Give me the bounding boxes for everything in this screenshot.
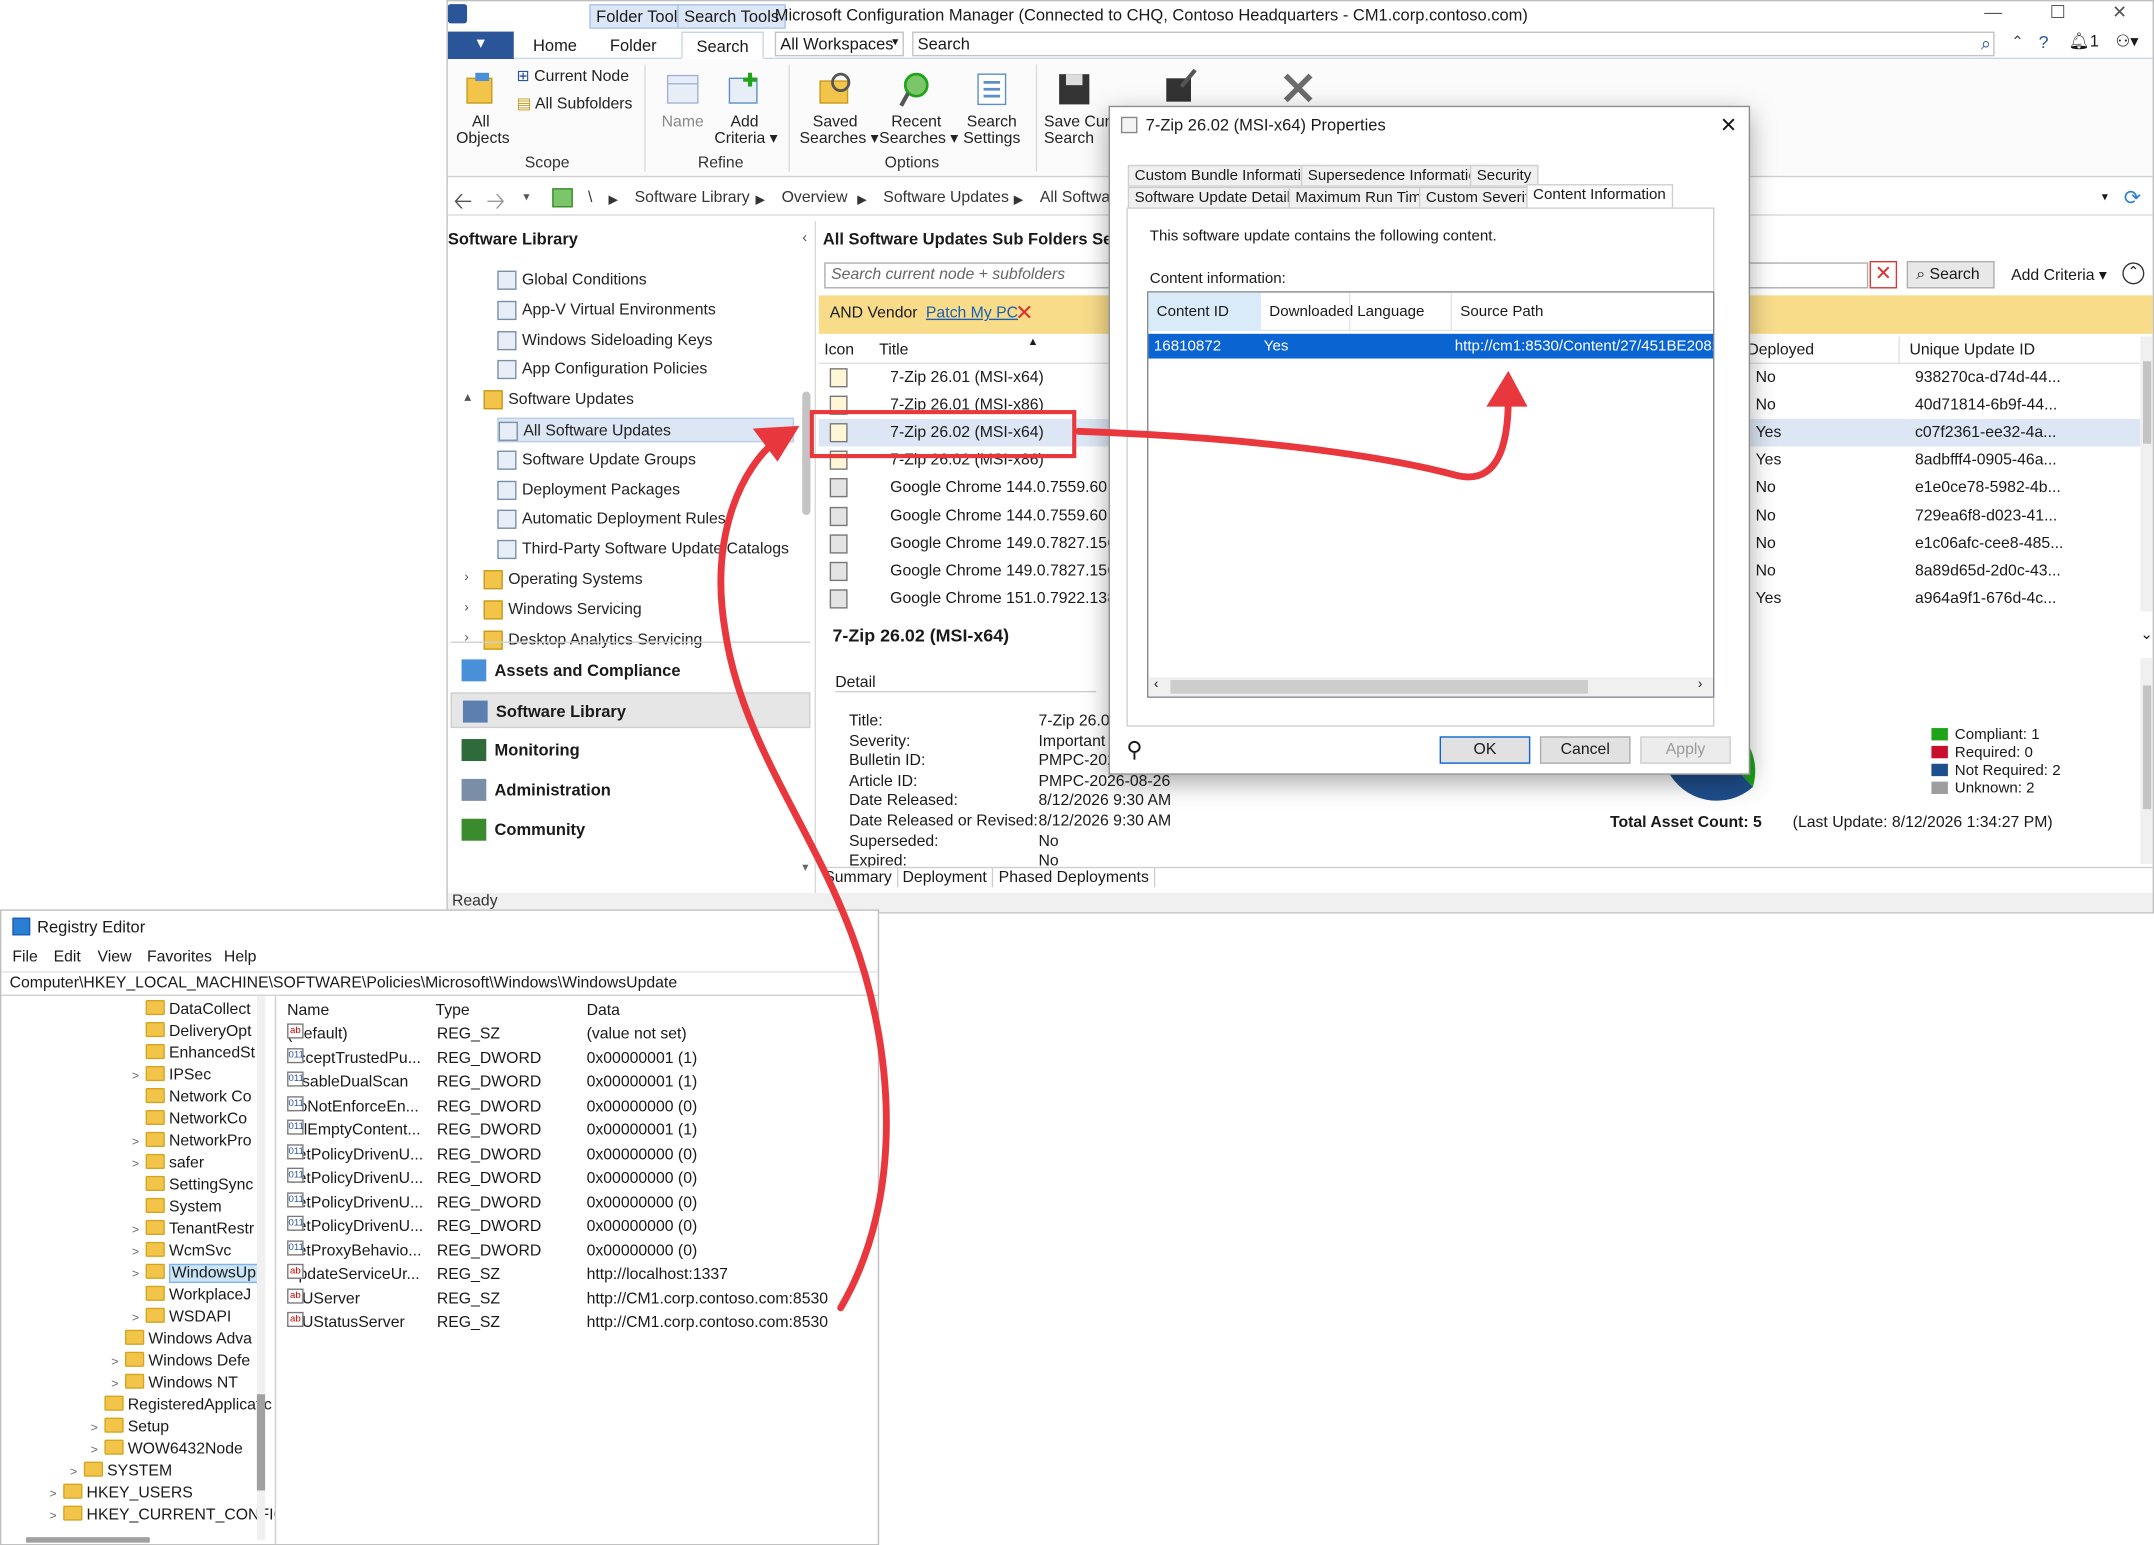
screenshot-stage: Folder Tools Search Tools Microsoft Conf… — [0, 0, 2154, 1545]
arrow-to-source-path — [1074, 383, 1512, 481]
arrowhead-source-path — [1486, 370, 1528, 407]
highlight-box-7zip-row — [809, 410, 1077, 459]
annotation-overlay — [717, 370, 1528, 1312]
arrow-from-wuserver — [717, 436, 890, 1312]
